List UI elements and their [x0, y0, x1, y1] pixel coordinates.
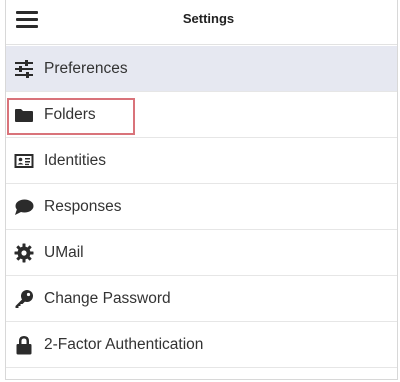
settings-item-label: Change Password: [44, 290, 171, 307]
speech-bubble-icon: [14, 197, 34, 217]
settings-item-responses[interactable]: Responses: [6, 184, 397, 230]
lock-icon: [14, 335, 34, 355]
sliders-icon: [14, 59, 34, 79]
settings-list: Preferences Folders Identities Responses…: [6, 46, 397, 368]
settings-item-change-password[interactable]: Change Password: [6, 276, 397, 322]
settings-item-label: Responses: [44, 198, 122, 215]
settings-item-label: Folders: [44, 106, 96, 123]
settings-item-label: UMail: [44, 244, 84, 261]
settings-item-label: Preferences: [44, 60, 128, 77]
key-icon: [14, 289, 34, 309]
top-bar: Settings: [6, 0, 397, 45]
page-title: Settings: [182, 11, 235, 26]
settings-item-folders[interactable]: Folders: [6, 92, 397, 138]
settings-item-label: Identities: [44, 152, 107, 169]
id-card-icon: [14, 151, 34, 171]
settings-item-identities[interactable]: Identities: [6, 138, 397, 184]
settings-item-label: 2-Factor Authentication: [44, 336, 204, 353]
settings-item-2fa[interactable]: 2-Factor Authentication: [6, 322, 397, 368]
folder-icon: [14, 105, 34, 125]
settings-item-umail[interactable]: UMail: [6, 230, 397, 276]
settings-item-preferences[interactable]: Preferences: [6, 46, 397, 92]
gear-icon: [14, 243, 34, 263]
settings-panel: Settings Preferences Folders Identities …: [5, 0, 398, 380]
